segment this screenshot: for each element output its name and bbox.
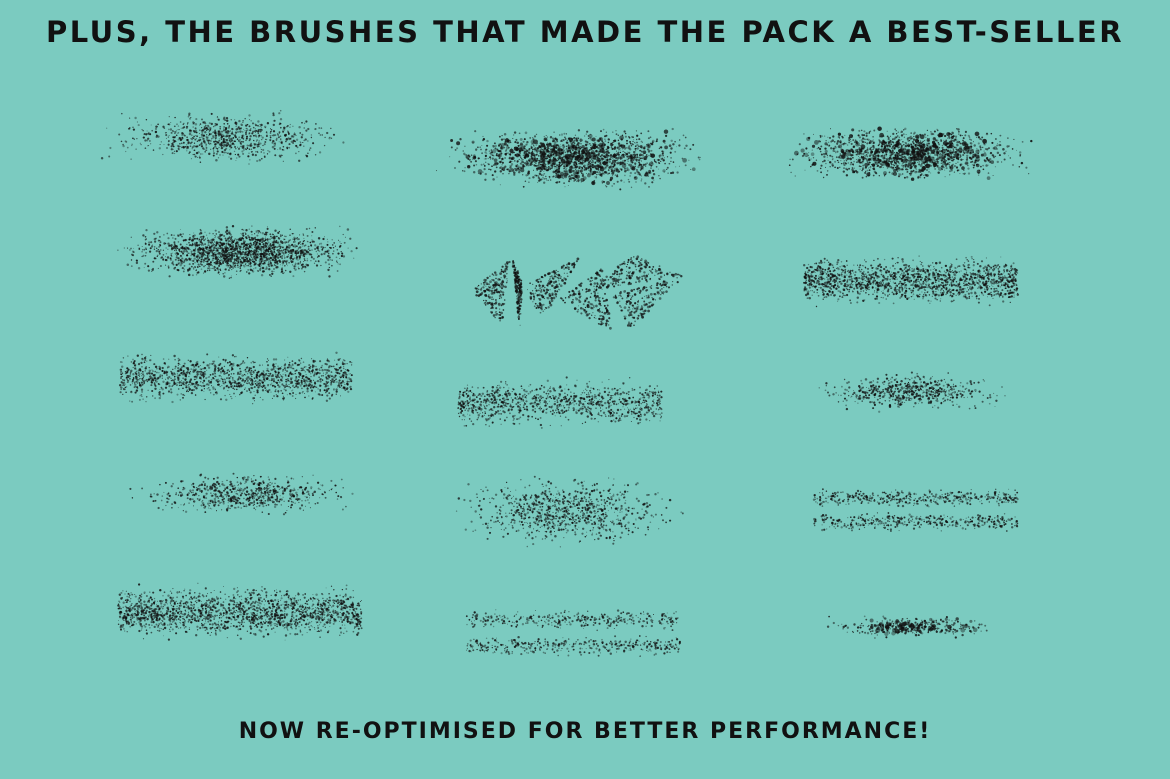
brush-stroke-6 [435, 127, 701, 191]
brush-stroke-1 [100, 109, 345, 165]
footer-tagline: NOW RE-OPTIMISED FOR BETTER PERFORMANCE! [238, 719, 932, 744]
brush-showcase-canvas: PLUS, THE BRUSHES THAT MADE THE PACK A B… [0, 0, 1170, 779]
brush-stroke-5 [117, 582, 363, 641]
headline: PLUS, THE BRUSHES THAT MADE THE PACK A B… [45, 15, 1125, 49]
brush-stroke-8 [457, 376, 663, 429]
brush-stroke-13 [818, 371, 1006, 413]
brush-stroke-3 [118, 351, 353, 405]
brush-stroke-9 [455, 475, 684, 548]
brush-stroke-15 [826, 615, 988, 639]
brush-stroke-4 [129, 472, 354, 516]
brush-stroke-11 [788, 126, 1033, 181]
brush-stroke-7 [474, 255, 683, 330]
brush-stroke-12 [803, 255, 1019, 308]
brush-stroke-2 [117, 224, 358, 279]
brush-stroke-14 [812, 488, 1019, 532]
brush-stroke-10 [465, 609, 681, 658]
